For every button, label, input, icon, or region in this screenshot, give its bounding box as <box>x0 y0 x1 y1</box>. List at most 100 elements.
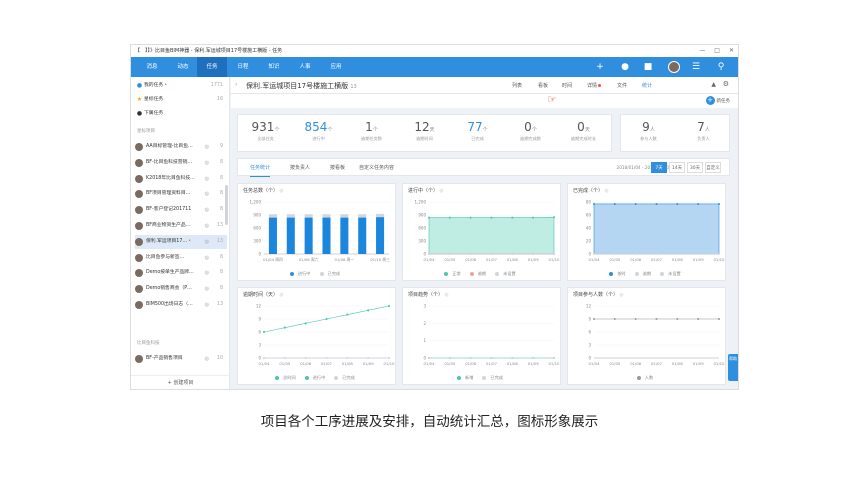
nav-item[interactable]: 日程 <box>228 57 258 77</box>
calendar-icon[interactable]: ■ <box>641 60 655 74</box>
search-icon[interactable]: ⚲ <box>714 60 728 74</box>
stat-label: 逾期时间 <box>416 136 433 141</box>
minimize-button[interactable]: — <box>699 45 705 57</box>
sidebar-item-subordinate[interactable]: ● 下属任务 <box>135 107 227 121</box>
notification-icon[interactable]: ▲ <box>711 81 716 88</box>
maximize-button[interactable]: □ <box>714 45 720 57</box>
legend-item[interactable]: 已完成 <box>334 375 358 380</box>
sidebar-project-item[interactable]: AA目标管理-比目鱼… ◎ 9 <box>135 140 227 154</box>
data-point <box>388 305 390 307</box>
project-count: 13 <box>216 302 223 307</box>
nav-item[interactable]: 动态 <box>168 57 198 77</box>
project-tab[interactable]: 文件 <box>617 82 627 89</box>
nav-item[interactable]: 人事 <box>290 57 320 77</box>
y-tick-label: 12 <box>586 304 592 309</box>
chart-legend: 正常 逾期 未设置 <box>403 271 560 277</box>
sidebar-project-item[interactable]: BF项目管理资料目… ◎ 8 <box>135 187 227 201</box>
new-project-button[interactable]: + 创建项目 <box>131 375 230 389</box>
legend-item[interactable]: 逾期 <box>469 271 489 276</box>
add-icon[interactable]: + <box>593 60 607 74</box>
legend-item[interactable]: 总时间 <box>275 375 299 380</box>
sidebar-project-item[interactable]: Demo销售商会（P… ◎ 8 <box>135 282 227 296</box>
nav-item[interactable]: 任务 <box>197 57 227 77</box>
legend-item[interactable]: 按时 <box>609 271 628 276</box>
legend-marker-icon <box>289 272 294 276</box>
legend-item[interactable]: 未设置 <box>495 271 519 276</box>
project-tab[interactable]: 看板 <box>538 82 548 89</box>
chart-card: 任务总数（个） ◎ 1,200 900 600 300 0 01/04 周四 01/06 周六… <box>237 183 396 281</box>
range-button[interactable]: 30天 <box>687 162 703 173</box>
sidebar-project-item[interactable]: BF-客户登记201711 ◎ 8 <box>135 203 227 217</box>
avatar <box>135 301 143 309</box>
data-point <box>283 357 286 359</box>
project-count: 8 <box>219 191 223 197</box>
section-label: 星标项目 <box>137 129 155 134</box>
nav-item[interactable]: 应用 <box>321 57 351 77</box>
x-tick-label: 01/06 <box>630 257 642 262</box>
section-label: 比目鱼科技 <box>137 341 160 346</box>
bar-in-progress <box>340 217 349 254</box>
new-task-button[interactable]: + 新任务 <box>705 96 730 105</box>
stats-tab[interactable]: 按看板 <box>330 164 345 171</box>
help-icon: ◎ <box>278 189 284 194</box>
nav-item[interactable]: 消息 <box>137 57 167 77</box>
legend-item[interactable]: 已完成 <box>319 271 344 276</box>
legend-item[interactable]: 逾期 <box>634 271 654 276</box>
close-button[interactable]: ✕ <box>729 45 734 57</box>
range-button[interactable]: 7天 <box>651 162 667 173</box>
stat-unit: 天 <box>429 127 435 133</box>
nav-item[interactable]: 知识 <box>259 57 289 77</box>
plus-icon: + <box>705 96 715 105</box>
back-icon[interactable]: ‹ <box>235 81 237 88</box>
project-count: 8 <box>219 270 223 276</box>
help-button[interactable]: 帮助 <box>728 354 738 381</box>
gear-icon[interactable]: ⚙ <box>723 80 729 88</box>
sidebar-project-item[interactable]: K2018年比目鱼科技… ◎ 8 <box>135 172 227 186</box>
sidebar-project-item[interactable]: Demo按单生产品牌… ◎ 8 <box>135 266 227 280</box>
data-point <box>655 318 658 320</box>
stat-number: 9 <box>642 120 650 134</box>
project-tab[interactable]: 统计 <box>642 82 652 89</box>
sidebar-project-item[interactable]: 保利.军运项目17… • ◎ 13 <box>135 234 227 249</box>
data-point <box>613 202 616 205</box>
legend-item[interactable]: 已完成 <box>482 375 506 380</box>
legend-item[interactable]: 进行中 <box>289 271 314 276</box>
stats-tab[interactable]: 自定义任务内容 <box>359 164 394 171</box>
sidebar-project-item[interactable]: BF商业物资生产品… ◎ 13 <box>135 219 227 233</box>
stat-number: 854 <box>304 120 328 134</box>
sidebar-project-item[interactable]: BF-比目鱼科技营销… ◎ 8 <box>135 156 227 170</box>
project-tab[interactable]: 详情 <box>587 82 602 89</box>
y-tick-label: 0 <box>588 252 591 257</box>
menu-icon[interactable]: ☰ <box>689 60 703 74</box>
x-tick-label: 01/06 <box>465 361 477 366</box>
legend-item[interactable]: 人数 <box>636 375 656 380</box>
legend-item[interactable]: 进行中 <box>304 375 329 380</box>
project-tab[interactable]: 时间 <box>562 82 572 89</box>
y-tick-label: 600 <box>418 226 426 231</box>
legend-item[interactable]: 未设置 <box>660 271 684 276</box>
top-navigation: 消息 动态 任务 日程 知识 人事 应用 + ● ■ ☰ ⚲ <box>131 57 738 77</box>
y-tick-label: 60 <box>586 213 592 218</box>
data-point <box>655 202 658 205</box>
sidebar-project-item[interactable]: BF-产品销售项目 ◎ 10 <box>135 352 227 366</box>
sidebar-item-starred[interactable]: ★ 星标任务 16 <box>135 93 227 107</box>
project-tab[interactable]: 列表 <box>512 82 522 89</box>
legend-item[interactable]: 正常 <box>444 271 463 276</box>
bell-icon[interactable]: ● <box>618 60 632 74</box>
bar-completed <box>358 214 367 218</box>
stats-tab[interactable]: 任务统计 <box>250 164 271 177</box>
range-button[interactable]: 自定义 <box>705 162 721 173</box>
range-button[interactable]: 14天 <box>669 162 685 173</box>
legend-item[interactable]: 新增 <box>457 375 476 380</box>
chart-card: 逾期时间（天） ◎ 12 9 6 3 0 01/04 01/05 01/06 01/07 01/08… <box>237 287 396 385</box>
sidebar-scrollbar[interactable] <box>225 185 228 225</box>
avatar <box>135 190 143 199</box>
data-point <box>718 253 720 255</box>
sidebar-project-item[interactable]: 比目鱼参与新签… ◎ 8 <box>135 251 227 265</box>
sidebar-item-my-tasks[interactable]: ● 我的任务 • 1771 <box>135 79 227 93</box>
sidebar-project-item[interactable]: BIM500出场日志（… ◎ 13 <box>135 298 227 312</box>
legend-label: 进行中 <box>312 375 326 380</box>
stats-tab[interactable]: 按负责人 <box>290 164 310 171</box>
avatar[interactable] <box>667 60 681 74</box>
data-point <box>676 253 679 255</box>
